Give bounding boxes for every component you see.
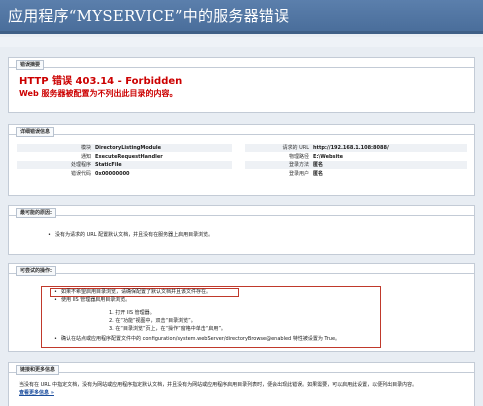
status-description: Web 服务器被配置为不列出此目录的内容。	[19, 89, 178, 98]
header-sub-band	[0, 37, 483, 47]
detail-module: 模块 DirectoryListingModule	[80, 145, 162, 151]
status-title: HTTP 错误 403.14 - Forbidden	[19, 76, 183, 87]
likely-causes-tab: 最可能的原因:	[16, 208, 57, 218]
action-steps: 1. 打开 IIS 管理器。 2. 在“功能”视图中，双击“目录浏览”。 3. …	[109, 309, 226, 333]
more-info-link[interactable]: 查看更多信息 »	[19, 390, 54, 397]
action-item: 使用 IIS 管理器启用目录浏览。	[54, 297, 130, 304]
try-actions-tab: 可尝试的操作:	[16, 266, 57, 276]
detailed-error-panel: 详细错误信息 模块 DirectoryListingModule 通知 Exec…	[8, 124, 475, 196]
error-summary-panel: 错误摘要 HTTP 错误 403.14 - Forbidden Web 服务器被…	[8, 57, 475, 113]
detail-notification: 通知 ExecuteRequestHandler	[80, 154, 163, 160]
action-item: 确认在站点或应用程序配置文件中的 configuration/system.we…	[54, 336, 340, 343]
detail-logon-user: 登录用户 匿名	[288, 171, 324, 177]
more-info-text: 当没有在 URL 中指定文档，没有为网站或应用程序指定默认文档，并且没有为网站或…	[19, 382, 418, 388]
detail-handler: 处理程序 StaticFile	[70, 162, 122, 168]
likely-causes-panel: 最可能的原因: 没有为请求的 URL 配置默认文档，并且没有在服务器上启用目录浏…	[8, 205, 475, 255]
detailed-error-tab: 详细错误信息	[16, 127, 55, 137]
action-item: 如果不希望启用目录浏览，请确保配置了默认文档并且该文件存在。	[54, 289, 211, 296]
cause-item: 没有为请求的 URL 配置默认文档，并且没有在服务器上启用目录浏览。	[48, 232, 213, 239]
detail-physical-path: 物理路径 E:\Website	[288, 154, 344, 160]
more-info-panel: 链接和更多信息 当没有在 URL 中指定文档，没有为网站或应用程序指定默认文档，…	[8, 362, 475, 406]
error-summary-tab: 错误摘要	[16, 60, 45, 70]
step-item: 2. 在“功能”视图中，双击“目录浏览”。	[109, 318, 196, 324]
step-item: 3. 在“目录浏览”页上，在“操作”窗格中单击“启用”。	[109, 326, 226, 332]
error-page-header: 应用程序“MYSERVICE”中的服务器错误	[0, 0, 483, 34]
try-actions-panel: 可尝试的操作: 如果不希望启用目录浏览，请确保配置了默认文档并且该文件存在。 使…	[8, 263, 475, 352]
more-info-tab: 链接和更多信息	[16, 365, 60, 375]
detail-error-code: 错误代码 0x00000000	[70, 171, 130, 177]
detail-requested-url: 请求的 URL http://192.168.1.108:8088/	[282, 145, 389, 151]
detail-logon-method: 登录方法 匿名	[288, 162, 324, 168]
step-item: 1. 打开 IIS 管理器。	[109, 310, 155, 316]
page-title: 应用程序“MYSERVICE”中的服务器错误	[8, 7, 290, 25]
